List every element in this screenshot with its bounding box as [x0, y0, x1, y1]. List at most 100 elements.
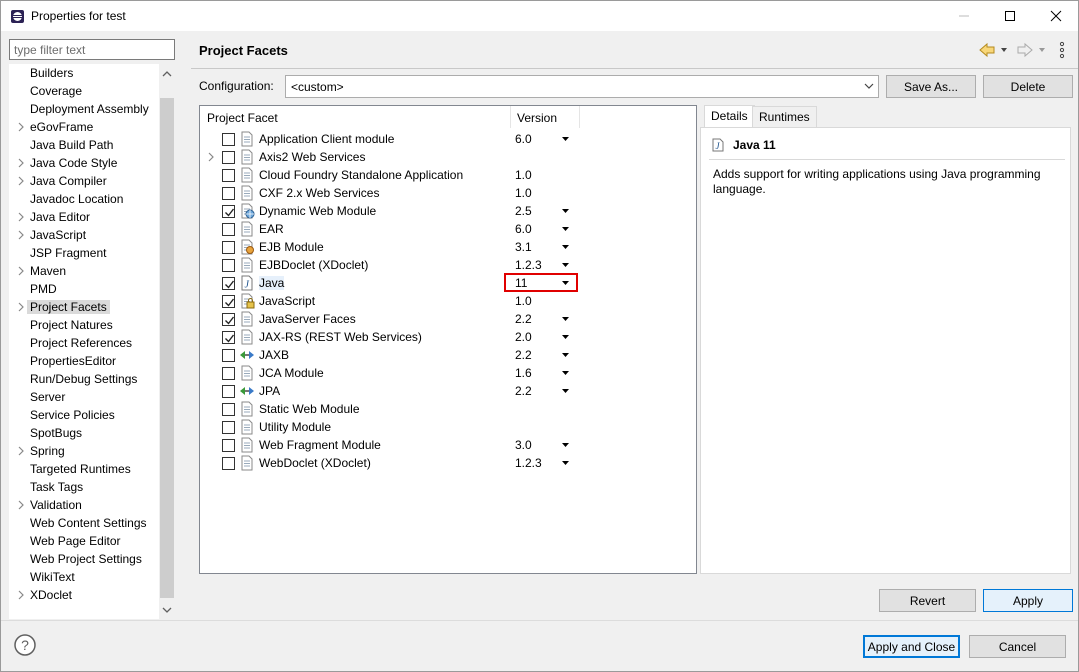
scroll-up-icon[interactable]	[159, 66, 175, 82]
tree-item[interactable]: Java Code Style	[9, 154, 159, 172]
version-dropdown-icon[interactable]	[562, 335, 569, 340]
tree-item[interactable]: Java Editor	[9, 208, 159, 226]
facet-row[interactable]: JPA 2.2	[200, 382, 696, 400]
facet-version[interactable]: 2.2	[515, 384, 532, 398]
facet-checkbox[interactable]	[222, 439, 235, 452]
version-dropdown-icon[interactable]	[562, 353, 569, 358]
facet-row[interactable]: Dynamic Web Module 2.5	[200, 202, 696, 220]
chevron-right-icon[interactable]	[16, 266, 26, 276]
tree-scrollbar[interactable]	[159, 64, 175, 619]
tree-item[interactable]: Deployment Assembly	[9, 100, 159, 118]
facet-version[interactable]: 2.5	[515, 204, 532, 218]
version-dropdown-icon[interactable]	[562, 209, 569, 214]
tree-item[interactable]: Server	[9, 388, 159, 406]
facet-version[interactable]: 1.2.3	[515, 456, 542, 470]
facet-checkbox[interactable]	[222, 205, 235, 218]
back-menu-chevron-icon[interactable]	[1001, 48, 1007, 52]
revert-button[interactable]: Revert	[879, 589, 976, 612]
tree-item[interactable]: PMD	[9, 280, 159, 298]
chevron-right-icon[interactable]	[16, 302, 26, 312]
tree-item[interactable]: Builders	[9, 64, 159, 82]
version-dropdown-icon[interactable]	[562, 137, 569, 142]
back-icon[interactable]	[979, 42, 995, 58]
facet-version[interactable]: 6.0	[515, 222, 532, 236]
facet-checkbox[interactable]	[222, 133, 235, 146]
column-header-facet[interactable]: Project Facet	[207, 111, 278, 125]
facet-checkbox[interactable]	[222, 349, 235, 362]
chevron-right-icon[interactable]	[16, 212, 26, 222]
facet-version[interactable]: 3.1	[515, 240, 532, 254]
facet-checkbox[interactable]	[222, 385, 235, 398]
facet-checkbox[interactable]	[222, 223, 235, 236]
version-dropdown-icon[interactable]	[562, 389, 569, 394]
tree-item[interactable]: PropertiesEditor	[9, 352, 159, 370]
apply-button[interactable]: Apply	[983, 589, 1073, 612]
facet-version[interactable]: 1.2.3	[515, 258, 542, 272]
facet-row[interactable]: JAX-RS (REST Web Services) 2.0	[200, 328, 696, 346]
facet-checkbox[interactable]	[222, 151, 235, 164]
save-as-button[interactable]: Save As...	[886, 75, 976, 98]
chevron-right-icon[interactable]	[16, 446, 26, 456]
version-dropdown-icon[interactable]	[562, 263, 569, 268]
version-dropdown-icon[interactable]	[562, 245, 569, 250]
facet-version[interactable]: 1.6	[515, 366, 532, 380]
close-button[interactable]	[1033, 1, 1079, 31]
apply-and-close-button[interactable]: Apply and Close	[863, 635, 960, 658]
facet-version[interactable]: 2.2	[515, 348, 532, 362]
chevron-right-icon[interactable]	[16, 230, 26, 240]
version-dropdown-icon[interactable]	[562, 227, 569, 232]
version-dropdown-icon[interactable]	[562, 461, 569, 466]
chevron-right-icon[interactable]	[207, 152, 215, 162]
tree-item[interactable]: Java Build Path	[9, 136, 159, 154]
tree-item[interactable]: Project Natures	[9, 316, 159, 334]
minimize-button[interactable]	[941, 1, 987, 31]
facet-checkbox[interactable]	[222, 241, 235, 254]
tree-item[interactable]: Service Policies	[9, 406, 159, 424]
tab-details[interactable]: Details	[704, 105, 755, 128]
facet-row[interactable]: EJB Module 3.1	[200, 238, 696, 256]
facet-checkbox[interactable]	[222, 313, 235, 326]
column-header-version[interactable]: Version	[517, 111, 557, 125]
cancel-button[interactable]: Cancel	[969, 635, 1066, 658]
tree-item[interactable]: Project Facets	[9, 298, 159, 316]
facet-row[interactable]: J Java 11	[200, 274, 696, 292]
tree-item[interactable]: SpotBugs	[9, 424, 159, 442]
tree-item[interactable]: Project References	[9, 334, 159, 352]
chevron-right-icon[interactable]	[16, 122, 26, 132]
column-separator[interactable]	[579, 106, 580, 128]
tree-item[interactable]: Web Page Editor	[9, 532, 159, 550]
facet-checkbox[interactable]	[222, 403, 235, 416]
facet-row[interactable]: JavaScript 1.0	[200, 292, 696, 310]
maximize-button[interactable]	[987, 1, 1033, 31]
facet-checkbox[interactable]	[222, 367, 235, 380]
tree-item[interactable]: JavaScript	[9, 226, 159, 244]
facet-version[interactable]: 2.2	[515, 312, 532, 326]
facet-row[interactable]: EAR 6.0	[200, 220, 696, 238]
facet-checkbox[interactable]	[222, 457, 235, 470]
forward-icon[interactable]	[1017, 42, 1033, 58]
tree-item[interactable]: eGovFrame	[9, 118, 159, 136]
tree-item[interactable]: Coverage	[9, 82, 159, 100]
forward-menu-chevron-icon[interactable]	[1039, 48, 1045, 52]
facet-row[interactable]: JavaServer Faces 2.2	[200, 310, 696, 328]
facet-version[interactable]: 6.0	[515, 132, 532, 146]
tree-item[interactable]: Web Project Settings	[9, 550, 159, 568]
tree-item[interactable]: Java Compiler	[9, 172, 159, 190]
facet-row[interactable]: WebDoclet (XDoclet) 1.2.3	[200, 454, 696, 472]
tree-item[interactable]: Maven	[9, 262, 159, 280]
facet-checkbox[interactable]	[222, 259, 235, 272]
chevron-right-icon[interactable]	[16, 158, 26, 168]
facet-row[interactable]: Cloud Foundry Standalone Application 1.0	[200, 166, 696, 184]
tree-item[interactable]: Task Tags	[9, 478, 159, 496]
tree-item[interactable]: Targeted Runtimes	[9, 460, 159, 478]
facet-row[interactable]: EJBDoclet (XDoclet) 1.2.3	[200, 256, 696, 274]
tree-item[interactable]: Run/Debug Settings	[9, 370, 159, 388]
tree-item[interactable]: Validation	[9, 496, 159, 514]
facet-row[interactable]: Web Fragment Module 3.0	[200, 436, 696, 454]
facet-row[interactable]: Application Client module 6.0	[200, 130, 696, 148]
facet-version[interactable]: 3.0	[515, 438, 532, 452]
chevron-right-icon[interactable]	[16, 500, 26, 510]
tree-item[interactable]: XDoclet	[9, 586, 159, 604]
facet-row[interactable]: JAXB 2.2	[200, 346, 696, 364]
filter-input[interactable]	[9, 39, 175, 60]
